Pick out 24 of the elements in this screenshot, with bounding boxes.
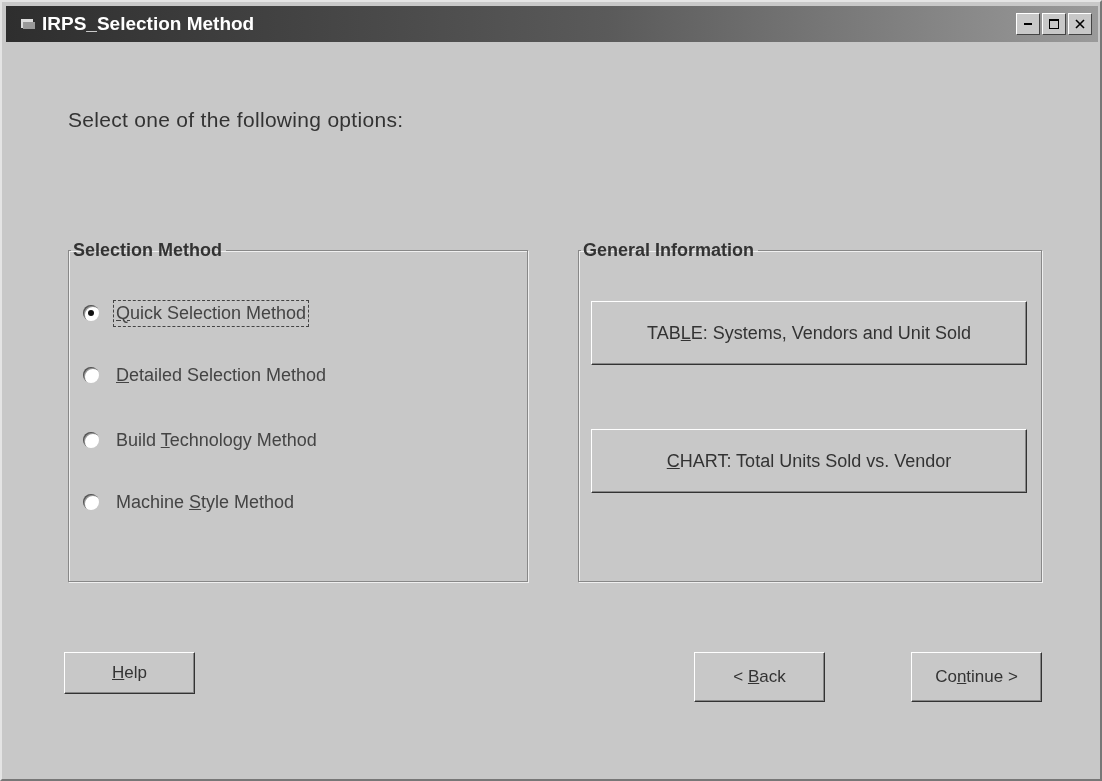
help-button[interactable]: Help [64, 652, 195, 694]
option-label[interactable]: Machine Style Method [113, 488, 298, 516]
radio-button[interactable] [83, 305, 99, 321]
back-button[interactable]: < Back [694, 652, 825, 702]
option-label[interactable]: Detailed Selection Method [113, 361, 330, 389]
report-button[interactable]: TABLE: Systems, Vendors and Unit Sold [591, 301, 1027, 365]
radio-button[interactable] [83, 367, 99, 383]
close-icon [1075, 19, 1085, 29]
group-title: Selection Method [72, 240, 223, 261]
maximize-button[interactable] [1042, 13, 1066, 35]
minimize-button[interactable] [1016, 13, 1040, 35]
minimize-icon [1024, 23, 1032, 25]
instruction-text: Select one of the following options: [68, 108, 405, 132]
maximize-icon [1049, 19, 1059, 29]
option-label[interactable]: Build Technology Method [113, 426, 320, 454]
continue-button[interactable]: Continue > [911, 652, 1042, 702]
window-title: IRPS_Selection Method [42, 13, 256, 35]
radio-button[interactable] [83, 494, 99, 510]
option-label[interactable]: Quick Selection Method [113, 299, 310, 327]
window-icon [20, 17, 36, 31]
report-button[interactable]: CHART: Total Units Sold vs. Vendor [591, 429, 1027, 493]
close-button[interactable] [1068, 13, 1092, 35]
radio-button[interactable] [83, 432, 99, 448]
group-title: General Information [582, 240, 756, 261]
